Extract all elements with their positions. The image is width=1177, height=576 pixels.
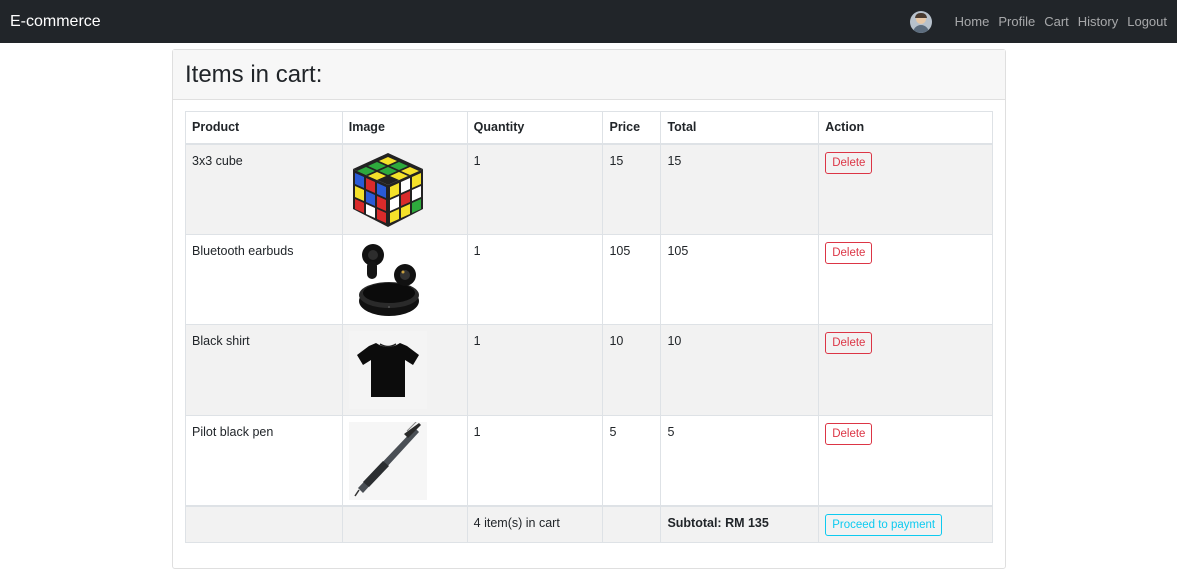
product-name: Pilot black pen	[185, 414, 343, 506]
price-cell: 105	[602, 233, 662, 325]
brand-link[interactable]: E-commerce	[10, 13, 101, 31]
table-row: Bluetooth earbuds 1 105 105 Delete	[185, 233, 993, 325]
product-image-cell	[341, 233, 468, 325]
header-product: Product	[185, 111, 343, 144]
avatar[interactable]	[909, 10, 932, 33]
proceed-to-payment-button[interactable]: Proceed to payment	[825, 513, 943, 536]
header-total: Total	[660, 111, 820, 144]
product-image-cell	[341, 324, 468, 416]
product-name: Bluetooth earbuds	[185, 233, 343, 325]
action-cell: Delete	[818, 324, 993, 416]
price-cell: 10	[602, 324, 662, 416]
navbar: E-commerce Home Profile Cart History Log…	[0, 0, 1177, 43]
delete-button[interactable]: Delete	[825, 422, 873, 445]
items-count: 4 item(s) in cart	[466, 504, 604, 543]
header-image: Image	[341, 111, 468, 144]
rubiks-cube-image	[352, 152, 423, 227]
pen-image	[348, 421, 427, 500]
quantity-cell: 1	[466, 143, 604, 235]
footer-action-cell: Proceed to payment	[818, 504, 993, 543]
nav-logout[interactable]: Logout	[1127, 14, 1167, 29]
subtotal: Subtotal: RM 135	[660, 504, 820, 543]
delete-button[interactable]: Delete	[825, 151, 873, 174]
nav-history[interactable]: History	[1078, 14, 1118, 29]
quantity-cell: 1	[466, 414, 604, 506]
price-cell: 5	[602, 414, 662, 506]
earbuds-image	[358, 243, 419, 316]
table-footer-row: 4 item(s) in cart Subtotal: RM 135 Proce…	[185, 504, 993, 543]
page-title: Items in cart:	[185, 60, 323, 88]
nav-home[interactable]: Home	[955, 14, 990, 29]
header-quantity: Quantity	[466, 111, 604, 144]
product-name: Black shirt	[185, 324, 343, 416]
card-header: Items in cart:	[173, 50, 1005, 100]
product-image-cell	[341, 143, 468, 235]
black-shirt-image	[348, 331, 427, 409]
footer-empty-cell	[602, 504, 662, 543]
total-cell: 5	[660, 414, 820, 506]
quantity-cell: 1	[466, 233, 604, 325]
action-cell: Delete	[818, 414, 993, 506]
table-row: Pilot black pen 1 5 5 Delete	[185, 414, 993, 506]
cart-table: Product Image Quantity Price Total Actio…	[185, 111, 993, 543]
table-header-row: Product Image Quantity Price Total Actio…	[185, 111, 993, 144]
delete-button[interactable]: Delete	[825, 241, 873, 264]
nav-links: Home Profile Cart History Logout	[909, 0, 1167, 43]
delete-button[interactable]: Delete	[825, 332, 873, 354]
footer-empty-cell	[185, 504, 343, 543]
price-cell: 15	[602, 143, 662, 235]
product-image-cell	[341, 414, 468, 506]
header-price: Price	[602, 111, 662, 144]
quantity-cell: 1	[466, 324, 604, 416]
nav-profile[interactable]: Profile	[998, 14, 1035, 29]
total-cell: 10	[660, 324, 820, 416]
table-row: Black shirt 1 10 10 Delete	[185, 324, 993, 416]
footer-empty-cell	[341, 504, 468, 543]
action-cell: Delete	[818, 233, 993, 325]
action-cell: Delete	[818, 143, 993, 235]
header-action: Action	[818, 111, 993, 144]
product-name: 3x3 cube	[185, 143, 343, 235]
cart-card: Items in cart: Product Image Quantity Pr…	[172, 49, 1006, 569]
total-cell: 105	[660, 233, 820, 325]
total-cell: 15	[660, 143, 820, 235]
table-row: 3x3 cube 1 15 15 Delete	[185, 143, 993, 235]
nav-cart[interactable]: Cart	[1044, 14, 1069, 29]
